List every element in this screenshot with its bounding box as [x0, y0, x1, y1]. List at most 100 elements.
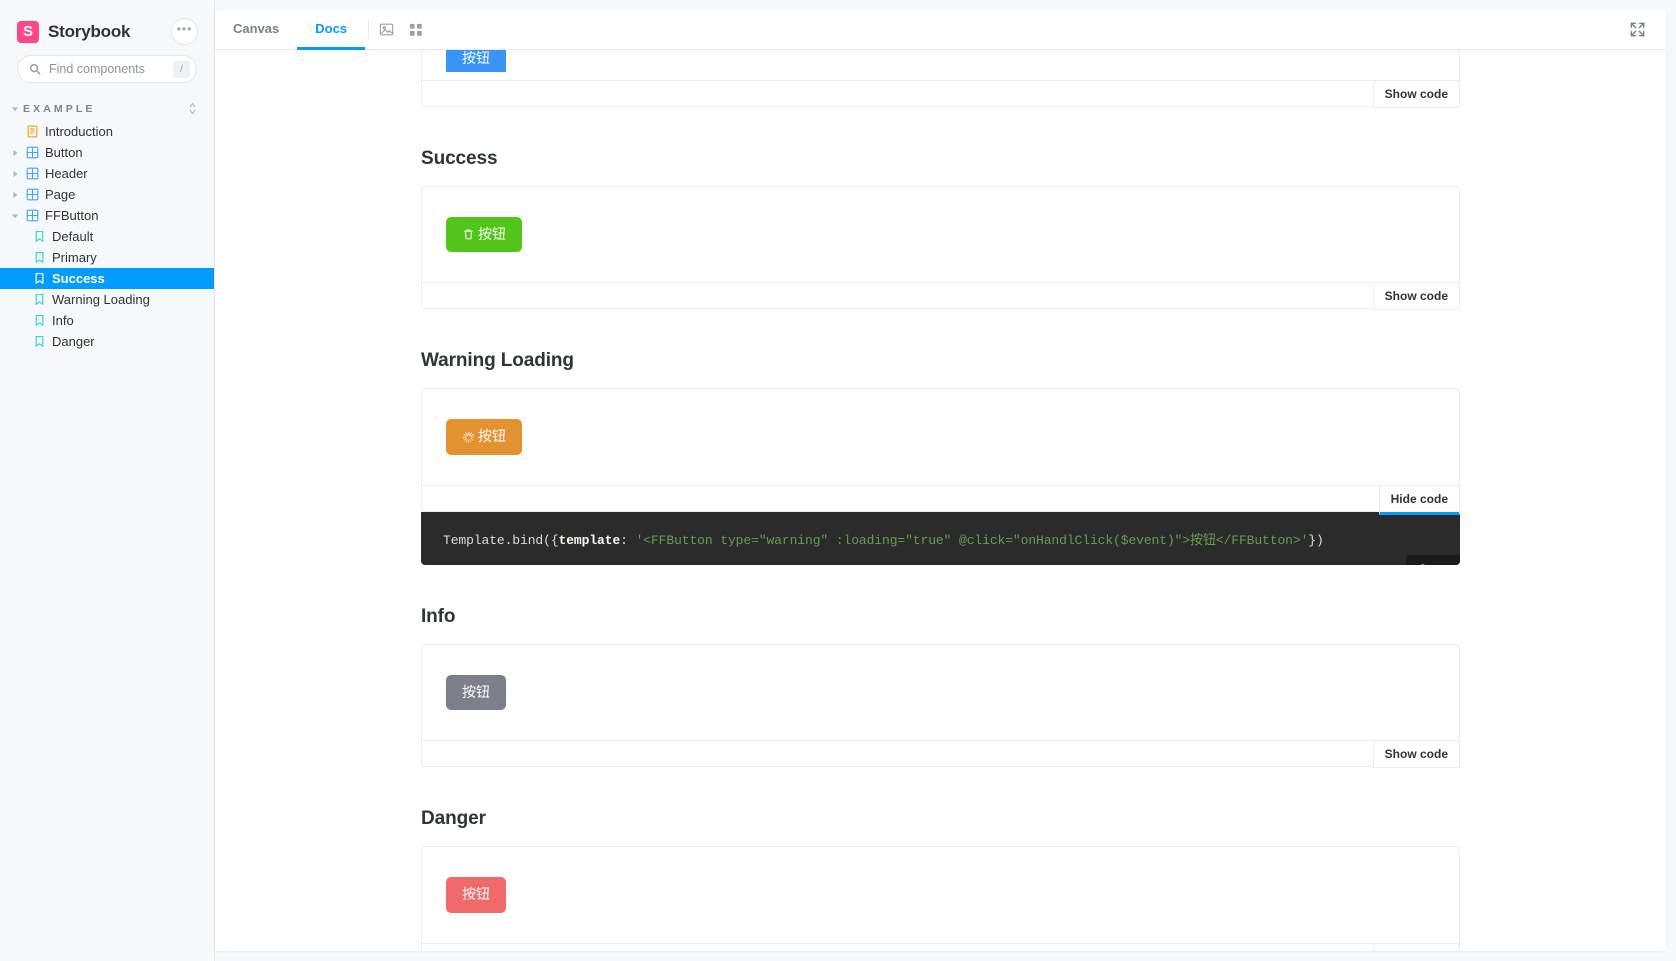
story-preview-primary-partial: 按钮 Show code	[421, 50, 1460, 108]
story-block-warning-loading: 按钮 Hide code Template.bind({template: '<FF…	[421, 388, 1460, 565]
demo-button-label: 按钮	[462, 886, 490, 903]
tab-canvas[interactable]: Canvas	[215, 10, 297, 50]
sidebar-menu-button[interactable]: •••	[171, 18, 198, 45]
view-tabs: Canvas Docs	[215, 10, 366, 50]
sidebar-item-label: Primary	[52, 250, 97, 265]
sidebar-item-info[interactable]: Info	[0, 310, 214, 331]
copy-code-button[interactable]: Copy	[1406, 554, 1460, 565]
demo-button-label: 按钮	[478, 428, 506, 445]
story-preview-danger: 按钮 Show code	[421, 846, 1460, 951]
story-canvas: 按钮	[422, 847, 1459, 942]
tree-items: Introduction Button Header Page FFButton Defa…	[0, 121, 214, 352]
zoom-image-icon[interactable]	[372, 10, 401, 49]
document-icon	[26, 125, 39, 138]
show-code-button[interactable]: Show code	[1372, 740, 1460, 769]
story-block-primary-partial: 按钮 Show code	[421, 50, 1460, 108]
show-code-button[interactable]: Show code	[1372, 282, 1460, 311]
code-toggle-row: Show code	[422, 740, 1460, 769]
demo-button-success[interactable]: 按钮	[446, 217, 522, 253]
sidebar-item-page[interactable]: Page	[0, 184, 214, 205]
demo-button-label: 按钮	[462, 50, 490, 66]
loading-spinner-icon	[462, 431, 475, 444]
component-icon	[26, 146, 39, 159]
chevron-right-icon[interactable]	[10, 149, 20, 157]
section-title-info: Info	[421, 605, 456, 627]
sidebar-item-primary[interactable]: Primary	[0, 247, 214, 268]
sidebar-item-danger[interactable]: Danger	[0, 331, 214, 352]
search-shortcut-key: /	[173, 60, 190, 78]
component-icon	[26, 167, 39, 180]
chevron-right-icon[interactable]	[10, 170, 20, 178]
docs-sections: 按钮 Show code Success 按钮 Show code Warning Loa…	[215, 50, 1666, 951]
sidebar: S Storybook ••• /	[0, 0, 215, 961]
story-icon	[33, 272, 46, 285]
sidebar-item-label: Introduction	[45, 124, 113, 139]
sidebar-item-label: Success	[52, 271, 105, 286]
story-block-info: 按钮 Show code	[421, 643, 1460, 769]
section-title-danger: Danger	[421, 808, 486, 830]
sidebar-item-header[interactable]: Header	[0, 163, 214, 184]
sidebar-item-label: Default	[52, 229, 94, 244]
search-box[interactable]: /	[17, 55, 197, 83]
sidebar-item-label: Button	[45, 145, 83, 160]
show-code-button[interactable]: Show code	[1372, 942, 1460, 951]
sidebar-item-label: Header	[45, 166, 88, 181]
demo-button-warning[interactable]: 按钮	[446, 419, 522, 455]
chevron-down-icon	[10, 105, 20, 113]
trash-icon	[462, 228, 475, 241]
code-toggle-row: Show code	[422, 80, 1460, 108]
story-preview-info: 按钮 Show code	[421, 643, 1460, 769]
story-preview-success: 按钮 Show code	[421, 186, 1460, 311]
component-icon	[26, 209, 39, 222]
code-toggle-row: Hide code	[422, 484, 1460, 515]
demo-button-primary[interactable]: 按钮	[446, 50, 506, 72]
sidebar-item-label: Info	[52, 313, 74, 328]
story-icon	[33, 251, 46, 264]
sidebar-item-ffbutton[interactable]: FFButton	[0, 205, 214, 226]
sidebar-item-label: FFButton	[45, 208, 99, 223]
story-preview-warning-loading: 按钮 Hide code	[421, 388, 1460, 515]
sidebar-item-success[interactable]: Success	[0, 268, 214, 289]
demo-button-info[interactable]: 按钮	[446, 674, 506, 711]
grid-icon[interactable]	[401, 10, 430, 49]
story-canvas: 按钮	[422, 50, 1459, 80]
story-icon	[33, 314, 46, 327]
toolbar-divider	[368, 20, 370, 39]
tree-group-example[interactable]: EXAMPLE	[0, 97, 214, 121]
hide-code-button[interactable]: Hide code	[1378, 484, 1460, 515]
search-input[interactable]	[49, 62, 165, 76]
code-token: })	[1308, 532, 1324, 548]
story-block-success: 按钮 Show code	[421, 186, 1460, 311]
docs-content: 按钮 Show code Success 按钮 Show code Warning Loa…	[215, 50, 1666, 951]
code-token: Template.bind({	[443, 532, 559, 548]
chevron-right-icon[interactable]	[10, 191, 20, 199]
sidebar-item-warning-loading[interactable]: Warning Loading	[0, 289, 214, 310]
story-canvas: 按钮	[422, 187, 1459, 282]
code-toggle-row: Show code	[422, 282, 1460, 311]
sidebar-header: S Storybook •••	[0, 0, 214, 55]
storybook-logo-icon: S	[17, 20, 39, 43]
sidebar-item-label: Page	[45, 187, 76, 202]
section-title-success: Success	[421, 148, 498, 169]
sort-icon[interactable]	[188, 102, 197, 116]
expand-icon[interactable]	[1623, 22, 1652, 37]
brand[interactable]: S Storybook	[17, 20, 130, 43]
tree-group-label: EXAMPLE	[23, 103, 96, 115]
story-canvas: 按钮	[422, 645, 1459, 740]
tab-docs[interactable]: Docs	[297, 10, 366, 50]
code-token: template	[558, 532, 621, 548]
chevron-down-icon[interactable]	[10, 212, 20, 220]
show-code-button[interactable]: Show code	[1372, 80, 1460, 108]
sidebar-item-introduction[interactable]: Introduction	[0, 121, 214, 142]
preview-panel: Canvas Docs 按钮 Show code Success 按钮 Show…	[215, 10, 1666, 951]
search-icon	[29, 63, 41, 75]
sidebar-item-default[interactable]: Default	[0, 226, 214, 247]
sidebar-item-button[interactable]: Button	[0, 142, 214, 163]
sidebar-item-label: Warning Loading	[52, 292, 150, 307]
main-area: Canvas Docs 按钮 Show code Success 按钮 Show…	[215, 0, 1676, 961]
demo-button-danger[interactable]: 按钮	[446, 877, 506, 913]
story-block-danger: 按钮 Show code	[421, 846, 1460, 951]
demo-button-label: 按钮	[478, 226, 506, 242]
code-line: Template.bind({template: '<FFButton type…	[443, 529, 1438, 548]
